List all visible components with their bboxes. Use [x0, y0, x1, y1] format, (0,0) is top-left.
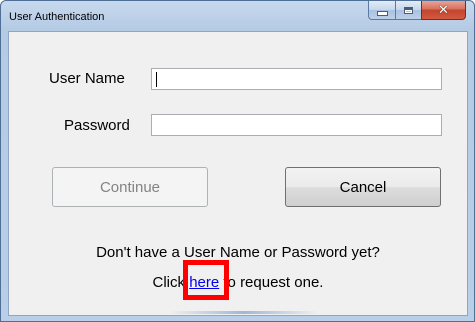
- close-icon: ✕: [438, 2, 449, 18]
- caption-buttons: ✕: [368, 1, 466, 21]
- close-button[interactable]: ✕: [421, 1, 466, 20]
- minimize-icon: [376, 10, 388, 16]
- maximize-icon: [404, 6, 413, 14]
- username-input[interactable]: [151, 68, 442, 90]
- resize-indicator: [169, 311, 319, 314]
- title-bar[interactable]: User Authentication ✕: [1, 1, 474, 31]
- request-prefix: Click: [152, 274, 190, 291]
- request-link[interactable]: here: [189, 274, 219, 291]
- authentication-window: User Authentication ✕ User Name Password…: [0, 0, 475, 322]
- request-suffix: to request one.: [219, 274, 324, 291]
- request-account-message: Click here to request one.: [9, 274, 467, 291]
- text-caret: [156, 72, 157, 87]
- cancel-button[interactable]: Cancel: [285, 167, 441, 207]
- no-account-message: Don't have a User Name or Password yet?: [96, 244, 380, 261]
- window-title: User Authentication: [9, 11, 105, 23]
- minimize-button[interactable]: [368, 1, 395, 20]
- password-label: Password: [64, 117, 130, 134]
- password-input[interactable]: [151, 114, 442, 136]
- username-label: User Name: [49, 70, 125, 87]
- continue-button[interactable]: Continue: [52, 167, 208, 207]
- maximize-button[interactable]: [395, 1, 421, 20]
- dialog-body: User Name Password Continue Cancel Don't…: [8, 31, 468, 316]
